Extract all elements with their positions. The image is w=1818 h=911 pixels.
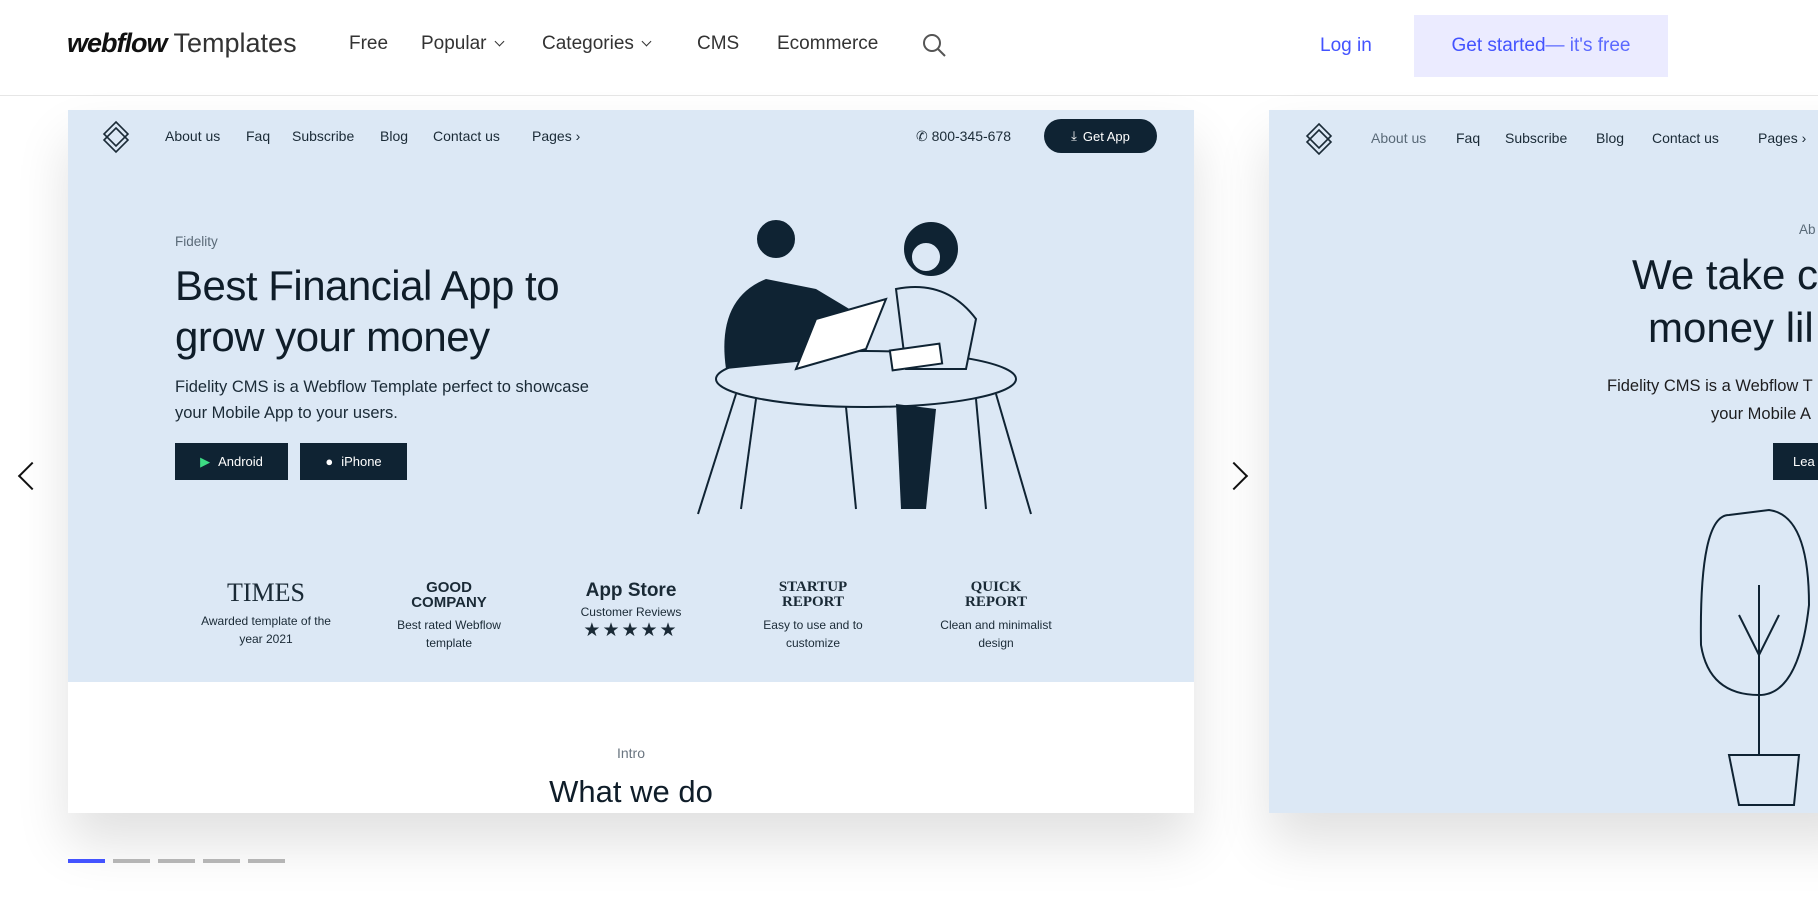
carousel-next-arrow[interactable] [1219,461,1249,491]
nav-popular[interactable]: Popular [421,33,504,55]
hero-description: Fidelity CMS is a Webflow Template perfe… [175,378,589,422]
play-store-icon: ▶ [200,453,211,469]
people-at-table-illustration [697,220,1032,515]
site-header: webflow Templates Free Popular Categorie… [0,0,1818,96]
chevron-down-icon [641,36,652,47]
get-started-button[interactable]: Get started — it's free [1414,15,1668,77]
what-we-do-section: Intro What we do [68,682,1194,813]
get-app-button: ⤓ Get App [1044,119,1157,153]
hero-section: About us Faq Subscribe Blog Contact us P… [68,110,1194,682]
download-icon: ⤓ [1071,128,1077,143]
inner-nav-contact: Contact us [433,128,500,144]
template-preview-card[interactable]: About us Faq Subscribe Blog Contact us P… [68,110,1194,813]
inner-nav-blog: Blog [380,128,409,144]
eyebrow: Fidelity [175,234,218,249]
five-stars-rating: ★★★★★ [583,620,679,641]
inner-nav-faq: Faq [246,128,271,144]
carousel-dot-4[interactable] [203,859,240,863]
carousel-prev-arrow[interactable] [17,461,47,491]
nav-cms[interactable]: CMS [697,33,739,55]
hero-section: About us Faq Subscribe Blog Contact us P… [1269,110,1818,813]
template-preview-card-next[interactable]: About us Faq Subscribe Blog Contact us P… [1269,110,1818,813]
iphone-button: ● iPhone [300,443,407,480]
carousel-dot-3[interactable] [158,859,195,863]
phone-number: ✆ 800-345-678 [916,128,1012,144]
badge-quick-report: QUICK REPORT Clean and minimalist design [940,579,1052,651]
inner-nav-about: About us [165,128,221,144]
login-link[interactable]: Log in [1320,35,1372,57]
nav-free[interactable]: Free [349,33,388,55]
chevron-down-icon [494,36,504,47]
plant-illustration [1699,508,1811,806]
nav-categories[interactable]: Categories [542,33,652,55]
badge-good-company: GOOD COMPANY Best rated Webflow template [397,579,501,650]
fidelity-logo-icon [102,120,130,154]
nav-ecommerce[interactable]: Ecommerce [777,33,878,55]
fidelity-logo-icon [1305,122,1333,156]
inner-nav-subscribe: Subscribe [292,128,355,144]
carousel-dot-5[interactable] [248,859,285,863]
inner-nav-pages: Pages › [532,128,581,144]
hero-title: Best Financial App to grow your money [175,262,560,360]
webflow-templates-logo[interactable]: webflow Templates [67,28,297,59]
carousel-dot-1-active[interactable] [68,859,105,863]
badge-startup-report: STARTUP REPORT Easy to use and to customiz… [763,579,863,651]
search-icon[interactable] [922,33,948,59]
badge-app-store: App Store Customer Reviews ★★★★★ [546,580,716,642]
carousel-dot-2[interactable] [113,859,150,863]
apple-icon: ● [325,454,334,469]
badge-times: TIMES Awarded template of the year 2021 [201,578,331,647]
android-button: ▶ Android [175,443,288,480]
